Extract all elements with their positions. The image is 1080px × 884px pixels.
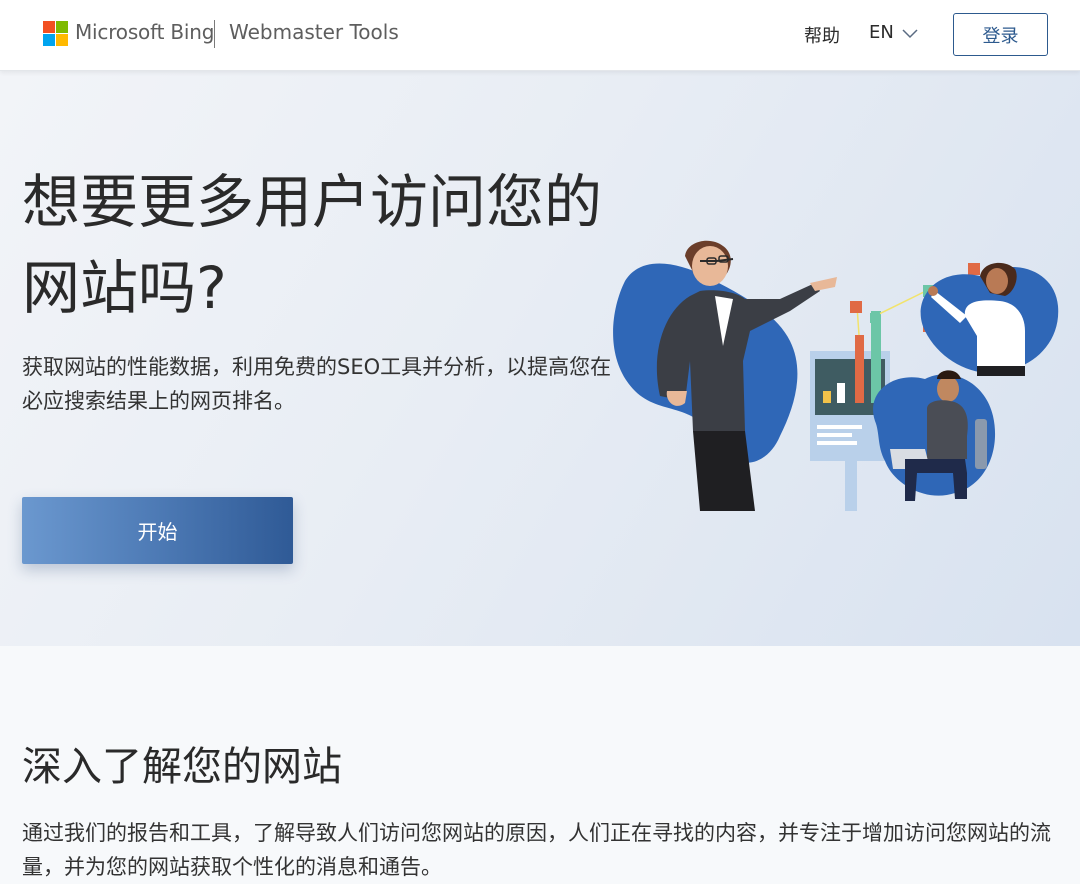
brand-divider <box>214 20 215 48</box>
language-selector[interactable]: EN <box>869 22 918 43</box>
logo-square-blue <box>43 34 55 46</box>
microsoft-logo-icon[interactable] <box>43 21 68 46</box>
insights-section: 深入了解您的网站 通过我们的报告和工具，了解导致人们访问您网站的原因，人们正在寻… <box>0 646 1080 879</box>
hero-section: 想要更多用户访问您的网站吗? 获取网站的性能数据，利用免费的SEO工具并分析，以… <box>0 71 1080 646</box>
start-button[interactable]: 开始 <box>22 497 293 564</box>
language-label: EN <box>869 22 894 43</box>
brand-name[interactable]: Microsoft Bing <box>75 20 214 44</box>
logo-square-green <box>56 21 68 33</box>
product-name[interactable]: Webmaster Tools <box>229 20 399 44</box>
login-button[interactable]: 登录 <box>953 13 1048 56</box>
webmaster-team-illustration <box>613 240 1059 511</box>
hero-subtitle: 获取网站的性能数据，利用免费的SEO工具并分析，以提高您在必应搜索结果上的网页排… <box>22 355 612 413</box>
chevron-down-icon <box>902 28 918 38</box>
insights-description: 通过我们的报告和工具，了解导致人们访问您网站的原因，人们正在寻找的内容，并专注于… <box>22 821 1051 879</box>
logo-square-red <box>43 21 55 33</box>
help-link[interactable]: 帮助 <box>804 22 840 48</box>
insights-title: 深入了解您的网站 <box>22 744 342 790</box>
top-header: Microsoft Bing Webmaster Tools 帮助 EN 登录 <box>0 0 1080 71</box>
logo-square-yellow <box>56 34 68 46</box>
hero-title: 想要更多用户访问您的网站吗? <box>22 168 603 322</box>
